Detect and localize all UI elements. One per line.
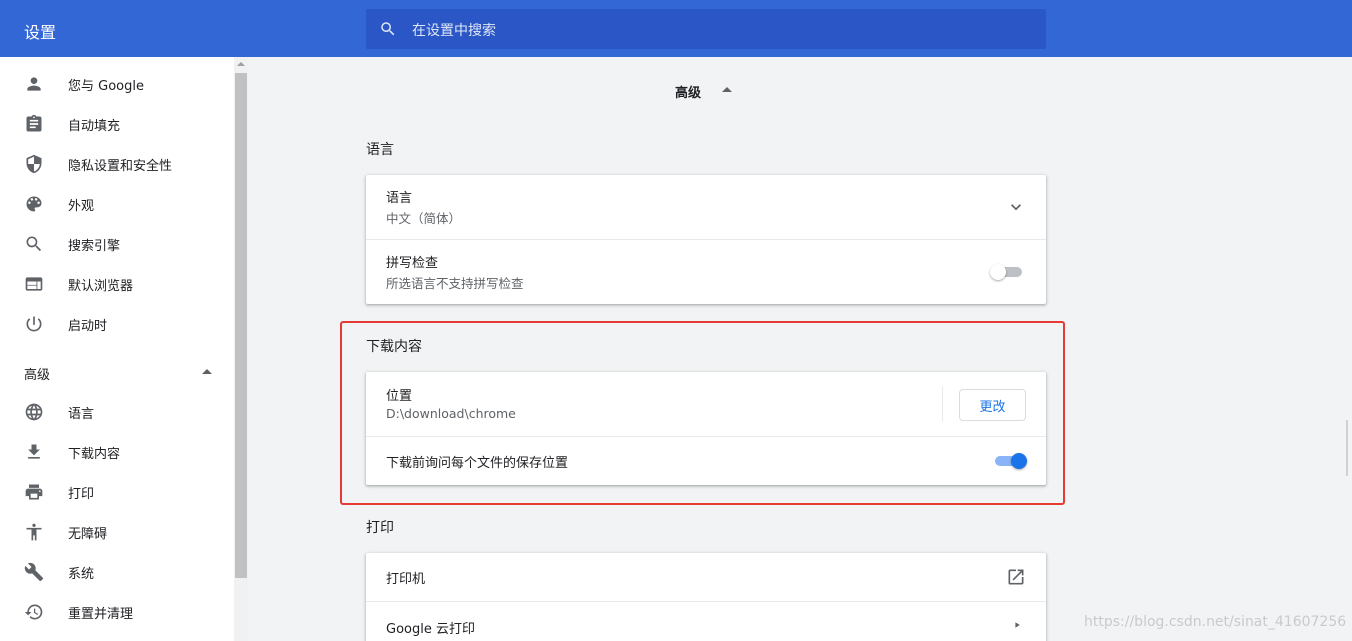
palette-icon xyxy=(26,196,42,212)
sidebar-item-label: 外观 xyxy=(68,198,95,214)
spellcheck-row-title: 拼写检查 xyxy=(386,256,439,271)
section-title-printing: 打印 xyxy=(366,520,394,536)
browser-icon xyxy=(25,277,43,291)
sidebar-item-label: 系统 xyxy=(68,566,95,582)
sidebar-item-label: 搜索引擎 xyxy=(68,238,121,254)
cloud-print-row[interactable]: Google 云打印 xyxy=(366,601,1046,641)
sidebar-item-accessibility[interactable]: 无障碍 xyxy=(0,512,232,552)
person-icon xyxy=(27,77,41,91)
languages-card: 语言 中文（简体） 拼写检查 所选语言不支持拼写检查 xyxy=(366,175,1046,304)
caret-up-icon[interactable] xyxy=(722,87,732,92)
advanced-heading[interactable]: 高级 xyxy=(675,82,701,101)
printing-card: 打印机 Google 云打印 xyxy=(366,553,1046,641)
sidebar-item-autofill[interactable]: 自动填充 xyxy=(0,104,232,144)
sidebar-item-label: 无障碍 xyxy=(68,526,108,542)
toggle-knob xyxy=(990,264,1006,280)
arrow-right-icon[interactable] xyxy=(1010,619,1022,631)
open-in-new-icon[interactable] xyxy=(1006,567,1026,587)
sidebar-item-default-browser[interactable]: 默认浏览器 xyxy=(0,264,232,304)
sidebar-item-search-engine[interactable]: 搜索引擎 xyxy=(0,224,232,264)
section-title-languages: 语言 xyxy=(366,142,394,158)
sidebar-advanced-toggle[interactable]: 高级 xyxy=(0,352,232,392)
search-input[interactable]: 在设置中搜索 xyxy=(412,20,496,40)
scrollbar-thumb[interactable] xyxy=(235,73,247,578)
wrench-icon xyxy=(24,562,44,582)
sidebar-item-label: 重置并清理 xyxy=(68,606,134,622)
accessibility-icon xyxy=(26,523,42,541)
scroll-up-arrow-icon[interactable] xyxy=(237,62,245,66)
spellcheck-row-subtitle: 所选语言不支持拼写检查 xyxy=(386,276,524,291)
sidebar-item-label: 下载内容 xyxy=(68,446,121,462)
sidebar-item-on-startup[interactable]: 启动时 xyxy=(0,304,232,344)
sidebar-item-label: 打印 xyxy=(68,486,95,502)
printer-icon xyxy=(25,484,43,500)
sidebar-item-label: 默认浏览器 xyxy=(68,278,134,294)
language-row[interactable]: 语言 中文（简体） xyxy=(366,175,1046,239)
printers-row-title: 打印机 xyxy=(386,572,426,587)
language-row-value: 中文（简体） xyxy=(386,211,462,226)
globe-icon xyxy=(25,403,43,421)
sidebar-item-privacy[interactable]: 隐私设置和安全性 xyxy=(0,144,232,184)
spellcheck-toggle[interactable] xyxy=(990,262,1024,282)
sidebar-item-label: 语言 xyxy=(68,406,95,422)
restore-icon xyxy=(24,604,43,620)
highlight-box xyxy=(340,321,1065,505)
watermark: https://blog.csdn.net/sinat_41607256 xyxy=(1084,614,1347,630)
page-scroll-indicator xyxy=(1346,420,1348,476)
sidebar-item-reset[interactable]: 重置并清理 xyxy=(0,592,232,632)
language-row-title: 语言 xyxy=(386,191,413,206)
page-title: 设置 xyxy=(24,23,57,42)
search-box[interactable]: 在设置中搜索 xyxy=(366,9,1046,49)
cloud-print-row-title: Google 云打印 xyxy=(386,622,475,637)
sidebar-item-downloads[interactable]: 下载内容 xyxy=(0,432,232,472)
sidebar-scrollbar[interactable] xyxy=(234,57,248,641)
sidebar-item-appearance[interactable]: 外观 xyxy=(0,184,232,224)
caret-up-icon xyxy=(202,369,212,374)
spellcheck-row: 拼写检查 所选语言不支持拼写检查 xyxy=(366,239,1046,304)
clipboard-icon xyxy=(26,114,42,132)
sidebar-item-label: 您与 Google xyxy=(68,78,144,94)
search-icon xyxy=(381,22,395,36)
power-icon xyxy=(26,316,42,332)
chevron-down-icon[interactable] xyxy=(1006,197,1026,217)
sidebar-item-languages[interactable]: 语言 xyxy=(0,392,232,432)
sidebar-item-label: 自动填充 xyxy=(68,118,121,134)
shield-icon xyxy=(26,154,42,174)
sidebar-item-system[interactable]: 系统 xyxy=(0,552,232,592)
printers-row[interactable]: 打印机 xyxy=(366,553,1046,601)
sidebar: 您与 Google 自动填充 隐私设置和安全性 外观 搜索引擎 默认浏览器 启动… xyxy=(0,57,248,641)
sidebar-item-printing[interactable]: 打印 xyxy=(0,472,232,512)
app-header: 设置 在设置中搜索 xyxy=(0,0,1352,57)
sidebar-item-label: 启动时 xyxy=(68,318,108,334)
search-icon xyxy=(26,236,42,252)
sidebar-item-you-and-google[interactable]: 您与 Google xyxy=(0,64,232,104)
sidebar-advanced-label: 高级 xyxy=(24,368,51,383)
sidebar-item-label: 隐私设置和安全性 xyxy=(68,158,173,174)
download-icon xyxy=(28,444,40,459)
